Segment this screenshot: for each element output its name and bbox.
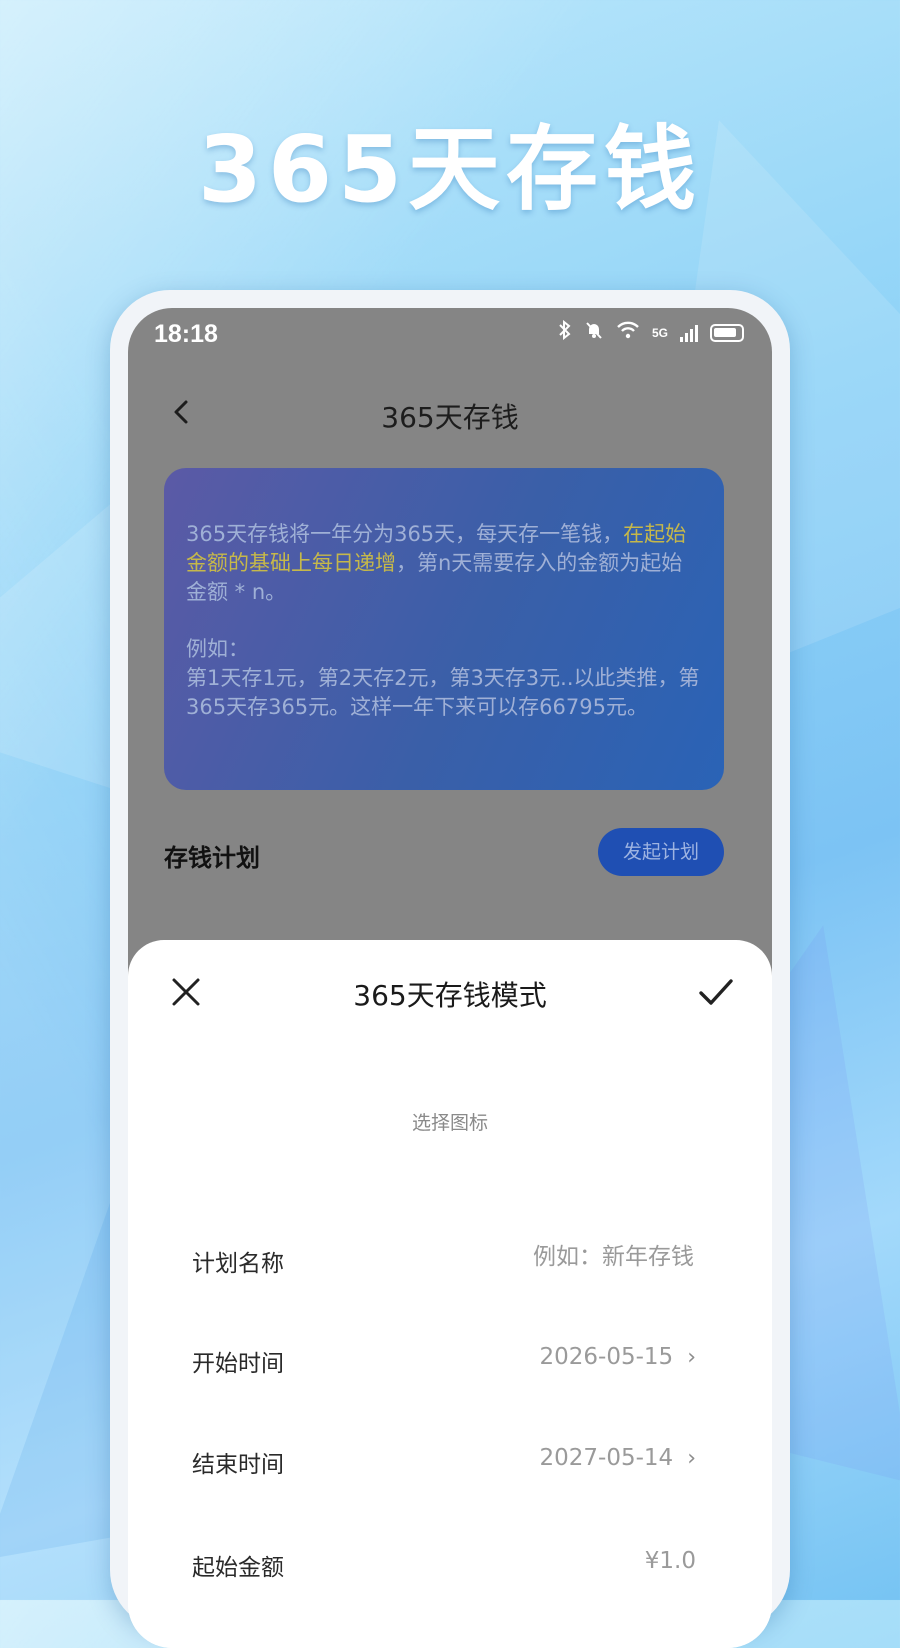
sheet-title: 365天存钱模式 bbox=[353, 979, 547, 1012]
chevron-right-icon: › bbox=[687, 1344, 696, 1370]
end-date-value: 2027-05-14 bbox=[539, 1445, 674, 1471]
plan-row: 存钱计划 发起计划 bbox=[164, 828, 724, 878]
phone-screen: 18:18 5G 365天存钱 365天存钱将一年分为365天，每天存一笔钱，在… bbox=[128, 308, 772, 1648]
wifi-icon bbox=[616, 321, 640, 345]
phone-frame: 18:18 5G 365天存钱 365天存钱将一年分为365天，每天存一笔钱，在… bbox=[110, 290, 790, 1648]
mute-bell-icon bbox=[584, 320, 604, 346]
choose-icon-button[interactable]: 选择图标 bbox=[128, 1108, 772, 1135]
start-date-value-wrap: 2026-05-15 › bbox=[540, 1344, 696, 1370]
plan-name-input[interactable] bbox=[432, 1238, 696, 1276]
start-amount-row[interactable]: 起始金额 ¥1.0 bbox=[164, 1518, 724, 1578]
plan-section-title: 存钱计划 bbox=[164, 844, 260, 872]
example-label: 例如： bbox=[186, 636, 249, 661]
status-icons: 5G bbox=[558, 319, 744, 346]
network-type-label: 5G bbox=[651, 326, 668, 340]
check-icon bbox=[699, 979, 733, 1005]
confirm-button[interactable] bbox=[696, 972, 736, 1012]
chevron-right-icon: › bbox=[687, 1445, 696, 1471]
promo-title: 365天存钱 bbox=[197, 116, 703, 223]
end-date-value-wrap: 2027-05-14 › bbox=[540, 1445, 696, 1471]
info-line-1: 365天存钱将一年分为365天，每天存一笔钱， bbox=[186, 522, 624, 546]
info-card: 365天存钱将一年分为365天，每天存一笔钱，在起始金额的基础上每日递增，第n天… bbox=[164, 468, 724, 790]
plan-name-label: 计划名称 bbox=[192, 1251, 284, 1277]
plan-name-row: 计划名称 bbox=[164, 1216, 724, 1296]
info-paragraph: 365天存钱将一年分为365天，每天存一笔钱，在起始金额的基础上每日递增，第n天… bbox=[186, 520, 702, 607]
end-date-label: 结束时间 bbox=[192, 1452, 284, 1478]
end-date-row[interactable]: 结束时间 2027-05-14 › bbox=[164, 1417, 724, 1497]
start-amount-label: 起始金额 bbox=[192, 1555, 284, 1578]
bluetooth-icon bbox=[558, 319, 572, 346]
start-date-row[interactable]: 开始时间 2026-05-15 › bbox=[164, 1316, 724, 1396]
signal-icon bbox=[680, 324, 698, 342]
status-time: 18:18 bbox=[154, 320, 218, 348]
start-plan-button[interactable]: 发起计划 bbox=[598, 828, 724, 876]
status-bar: 18:18 5G bbox=[128, 308, 772, 360]
bottom-sheet: 365天存钱模式 选择图标 计划名称 开始时间 2026-05-15 › 结束时… bbox=[128, 940, 772, 1648]
battery-icon bbox=[710, 324, 744, 342]
start-amount-value-wrap: ¥1.0 bbox=[645, 1548, 696, 1574]
start-date-label: 开始时间 bbox=[192, 1351, 284, 1377]
nav-bar: 365天存钱 bbox=[128, 378, 772, 448]
page-title: 365天存钱 bbox=[381, 401, 519, 434]
example-text: 第1天存1元，第2天存2元，第3天存3元..以此类推，第365天存365元。这样… bbox=[186, 665, 700, 719]
start-date-value: 2026-05-15 bbox=[539, 1344, 674, 1370]
start-amount-value: ¥1.0 bbox=[644, 1548, 696, 1574]
